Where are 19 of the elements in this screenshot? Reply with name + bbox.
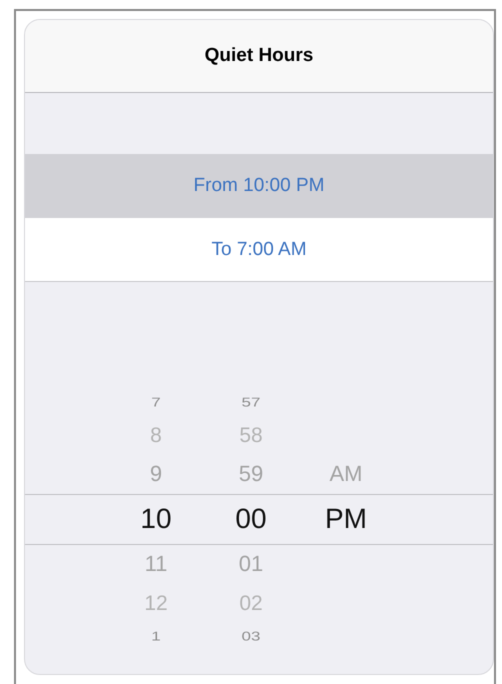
picker-value[interactable]: 9 (150, 463, 162, 485)
picker-value[interactable]: AM (330, 463, 362, 485)
picker-value[interactable]: 02 (239, 592, 263, 614)
picker-value[interactable]: 58 (239, 424, 263, 446)
picker-value[interactable]: 11 (144, 553, 168, 575)
picker-value[interactable]: PM (325, 505, 367, 533)
picker-value[interactable]: 7 (151, 396, 161, 408)
picker-value[interactable]: 59 (238, 463, 264, 485)
picker-value[interactable]: 00 (235, 505, 267, 533)
time-row[interactable]: From 10:00 PM (25, 154, 493, 218)
picker-value[interactable]: 1 (151, 630, 161, 642)
picker-value[interactable]: 03 (242, 630, 260, 642)
picker-value[interactable]: 57 (242, 396, 260, 408)
picker-value[interactable]: 12 (144, 592, 168, 614)
picker-value[interactable]: 8 (150, 424, 162, 446)
picker-value[interactable]: 01 (238, 553, 264, 575)
screen-title: Quiet Hours (204, 45, 314, 67)
picker-value[interactable]: 10 (140, 505, 172, 533)
time-row[interactable]: To 7:00 AM (25, 218, 493, 282)
